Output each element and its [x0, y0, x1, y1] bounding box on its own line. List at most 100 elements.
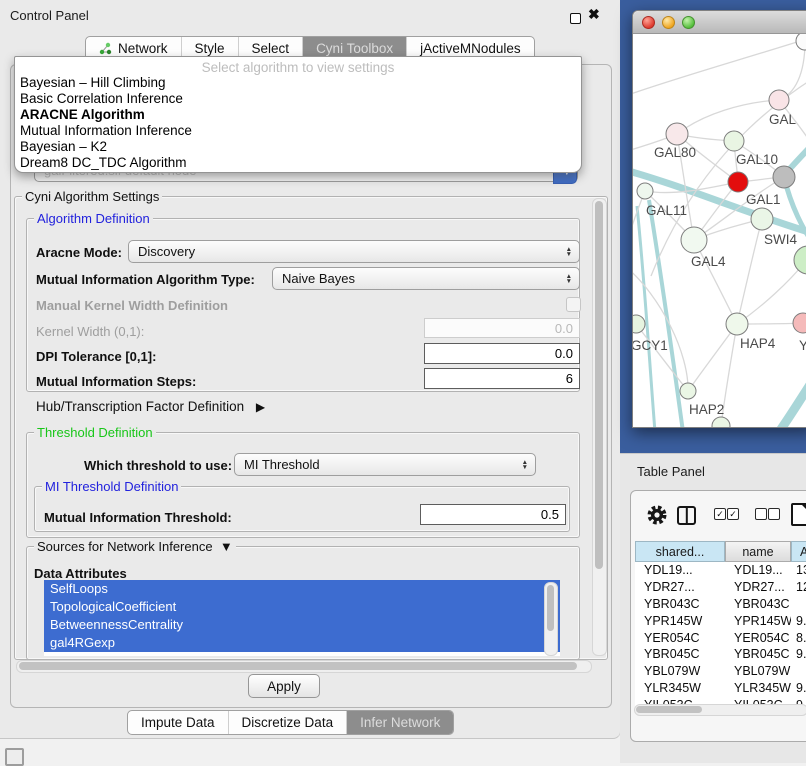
- network-node-SWI4[interactable]: [794, 246, 806, 274]
- table-cell[interactable]: YBR043C: [725, 596, 791, 613]
- aracne-mode-combobox[interactable]: Discovery ▲▼: [128, 240, 580, 263]
- tab-discretize-data[interactable]: Discretize Data: [228, 711, 347, 734]
- table-cell[interactable]: YER054C: [725, 629, 791, 646]
- network-edge[interactable]: [677, 100, 779, 134]
- network-node-GAL11[interactable]: [637, 183, 653, 199]
- table-cell[interactable]: YBR045C: [635, 646, 725, 663]
- attribute-list-item[interactable]: SelfLoops: [44, 580, 560, 598]
- settings-scrollbar[interactable]: [592, 198, 607, 656]
- network-node-HAP4[interactable]: [726, 313, 748, 335]
- network-edge[interactable]: [633, 42, 797, 96]
- table-cell[interactable]: YDL19...: [635, 562, 725, 579]
- table-cell[interactable]: 9.: [791, 646, 806, 663]
- table-row[interactable]: YPR145WYPR145W9.: [635, 612, 806, 629]
- table-cell[interactable]: YBR045C: [725, 646, 791, 663]
- algorithm-option[interactable]: Mutual Information Inference: [15, 123, 581, 139]
- table-cell[interactable]: 9.: [791, 612, 806, 629]
- deselect-all-checkbox-icon[interactable]: [768, 508, 780, 520]
- table-hscrollbar[interactable]: [634, 704, 806, 716]
- table-cell[interactable]: YDL19...: [725, 562, 791, 579]
- window-minimize-icon[interactable]: [662, 16, 675, 29]
- table-cell[interactable]: 9.: [791, 680, 806, 697]
- network-canvas[interactable]: GALGAL80GAL10GAL1GAL11GAL4SWI4GCY1HAP4YH…: [633, 34, 806, 427]
- mi-type-combobox[interactable]: Naive Bayes ▲▼: [272, 267, 580, 290]
- window-close-icon[interactable]: [642, 16, 655, 29]
- settings-hscrollbar-thumb[interactable]: [19, 662, 577, 670]
- network-node[interactable]: [796, 34, 806, 50]
- close-panel-icon[interactable]: ✖: [588, 6, 600, 23]
- network-node-GAL1[interactable]: [728, 172, 748, 192]
- settings-hscrollbar[interactable]: [16, 660, 592, 673]
- table-row[interactable]: YBR043CYBR043C: [635, 596, 806, 613]
- network-node-GCY1[interactable]: [633, 315, 645, 333]
- network-edge[interactable]: [737, 262, 805, 324]
- network-node-GAL10[interactable]: [724, 131, 744, 151]
- table-cell[interactable]: YDR27...: [635, 579, 725, 596]
- mi-steps-field[interactable]: 6: [424, 368, 580, 389]
- table-row[interactable]: YLR345WYLR345W9.: [635, 680, 806, 697]
- column-header-name[interactable]: name: [725, 541, 791, 562]
- column-header-shared-name[interactable]: shared...: [635, 541, 725, 562]
- select-all-checkbox-icon[interactable]: ✓: [714, 508, 726, 520]
- export-table-icon[interactable]: [791, 503, 806, 526]
- algorithm-option[interactable]: Basic Correlation Inference: [15, 91, 581, 107]
- network-window-titlebar[interactable]: [633, 11, 806, 34]
- network-node-GAL4[interactable]: [681, 227, 707, 253]
- network-edge-highlighted[interactable]: [649, 200, 683, 427]
- network-node[interactable]: [712, 417, 730, 427]
- tab-infer-network[interactable]: Infer Network: [346, 711, 453, 734]
- network-edge[interactable]: [636, 324, 688, 391]
- column-header-third[interactable]: A: [791, 541, 806, 562]
- network-node-GAL80[interactable]: [666, 123, 688, 145]
- manual-kernel-checkbox[interactable]: [566, 297, 581, 312]
- algorithm-option[interactable]: Bayesian – K2: [15, 139, 581, 155]
- which-threshold-combobox[interactable]: MI Threshold ▲▼: [234, 453, 536, 476]
- network-edge[interactable]: [694, 240, 737, 324]
- table-cell[interactable]: YBL079W: [725, 663, 791, 680]
- table-row[interactable]: YDR27...YDR27...12: [635, 579, 806, 596]
- network-edge-highlighted[interactable]: [779, 374, 806, 427]
- network-node-Y[interactable]: [793, 313, 806, 333]
- table-cell[interactable]: YPR145W: [725, 612, 791, 629]
- table-cell[interactable]: YBR043C: [635, 596, 725, 613]
- deselect-all-checkbox-icon[interactable]: [755, 508, 767, 520]
- data-attributes-list[interactable]: SelfLoopsTopologicalCoefficientBetweenne…: [44, 580, 560, 656]
- apply-button[interactable]: Apply: [248, 674, 320, 698]
- mi-threshold-field[interactable]: 0.5: [420, 504, 566, 525]
- network-node-HAP2[interactable]: [680, 383, 696, 399]
- table-row[interactable]: YBR045CYBR045C9.: [635, 646, 806, 663]
- algorithm-option[interactable]: ARACNE Algorithm: [15, 107, 581, 123]
- table-cell[interactable]: 8.: [791, 629, 806, 646]
- settings-scrollbar-thumb[interactable]: [595, 201, 603, 569]
- network-view-window[interactable]: GALGAL80GAL10GAL1GAL11GAL4SWI4GCY1HAP4YH…: [632, 10, 806, 428]
- table-cell[interactable]: 13: [791, 562, 806, 579]
- network-node-GAL[interactable]: [769, 90, 789, 110]
- collapse-down-icon[interactable]: ▼: [216, 539, 232, 554]
- attributes-scrollbar-thumb[interactable]: [547, 585, 554, 631]
- table-cell[interactable]: YLR345W: [725, 680, 791, 697]
- attribute-list-item[interactable]: gal4RGexp: [44, 634, 560, 652]
- network-node[interactable]: [773, 166, 795, 188]
- window-zoom-icon[interactable]: [682, 16, 695, 29]
- network-edge[interactable]: [688, 324, 737, 391]
- table-row[interactable]: YDL19...YDL19...13: [635, 562, 806, 579]
- algorithm-option[interactable]: Bayesian – Hill Climbing: [15, 75, 581, 91]
- float-panel-icon[interactable]: [570, 13, 581, 24]
- algorithm-option[interactable]: Dream8 DC_TDC Algorithm: [15, 155, 581, 171]
- attribute-list-item[interactable]: BetweennessCentrality: [44, 616, 560, 634]
- dpi-tolerance-field[interactable]: 0.0: [424, 343, 580, 364]
- table-cell[interactable]: YLR345W: [635, 680, 725, 697]
- table-cell[interactable]: YER054C: [635, 629, 725, 646]
- table-cell[interactable]: YPR145W: [635, 612, 725, 629]
- table-row[interactable]: YBL079WYBL079W: [635, 663, 806, 680]
- gear-icon[interactable]: [646, 504, 668, 526]
- table-cell[interactable]: [791, 596, 806, 613]
- table-cell[interactable]: YBL079W: [635, 663, 725, 680]
- tab-impute-data[interactable]: Impute Data: [128, 711, 228, 734]
- table-row[interactable]: YER054CYER054C8.: [635, 629, 806, 646]
- network-node[interactable]: [751, 208, 773, 230]
- dock-panel-icon[interactable]: [5, 748, 24, 766]
- table-cell[interactable]: YDR27...: [725, 579, 791, 596]
- select-all-checkbox-icon[interactable]: ✓: [727, 508, 739, 520]
- hub-definition-expander[interactable]: Hub/Transcription Factor Definition ▶: [36, 399, 265, 414]
